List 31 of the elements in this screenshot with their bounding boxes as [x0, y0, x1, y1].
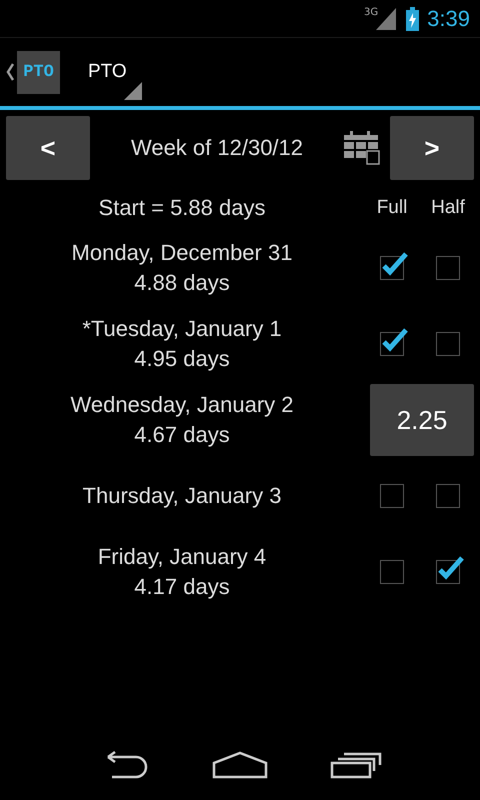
day-name: Monday, December 31 [72, 239, 292, 267]
day-name: *Tuesday, January 1 [82, 315, 282, 343]
next-week-button[interactable]: > [390, 116, 474, 180]
start-balance: Start = 5.88 days [98, 194, 266, 222]
clock: 3:39 [427, 6, 470, 32]
app-home-button[interactable]: PTO [0, 50, 60, 94]
day-balance: 4.67 days [134, 421, 230, 449]
network-type: 3G [364, 7, 378, 18]
column-header: Half [430, 197, 466, 219]
day-name: Wednesday, January 2 [70, 391, 294, 419]
dropdown-corner-icon [124, 82, 142, 100]
day-name: Thursday, January 3 [82, 482, 282, 510]
title-spinner[interactable]: PTO [60, 40, 142, 104]
checkbox[interactable] [379, 250, 409, 280]
hours-button[interactable]: 2.25 [370, 384, 474, 456]
calendar-icon[interactable] [344, 131, 380, 165]
checkbox[interactable] [379, 326, 409, 356]
up-caret-icon [6, 63, 14, 81]
app-logo: PTO [17, 50, 60, 94]
day-balance: 4.95 days [134, 345, 230, 373]
day-balance: 4.17 days [134, 573, 230, 601]
day-name: Friday, January 4 [98, 543, 266, 571]
recent-apps-icon[interactable] [330, 751, 382, 779]
battery-icon [406, 6, 420, 30]
week-label: Week of 12/30/12 [130, 135, 304, 161]
previous-week-button[interactable]: < [6, 116, 90, 180]
column-header: Full [376, 197, 408, 219]
checkbox[interactable] [435, 554, 465, 584]
home-icon[interactable] [212, 751, 268, 779]
signal-icon [376, 8, 396, 30]
day-balance: 4.88 days [134, 269, 230, 297]
